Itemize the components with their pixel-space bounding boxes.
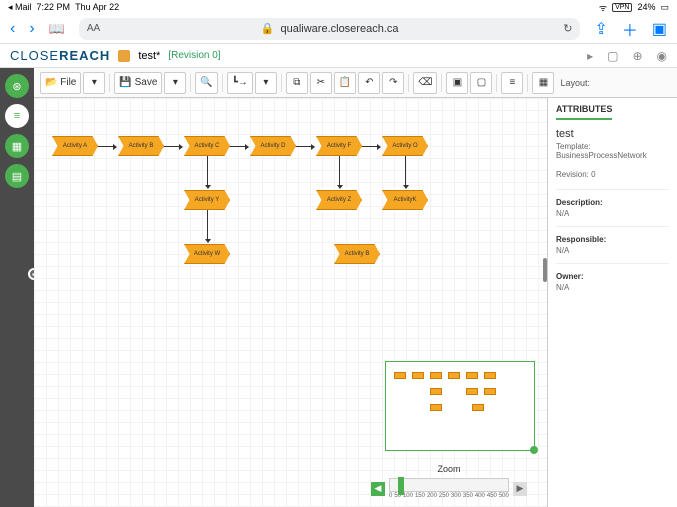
send-back-button[interactable]: ▢ — [470, 72, 492, 94]
url-bar[interactable]: AA 🔒 qualiware.closereach.ca ↻ — [79, 18, 581, 40]
ios-status-bar: ◂ Mail 7:22 PM Thu Apr 22 ᯤ VPN 24% ▭ — [0, 0, 677, 14]
browser-back-button[interactable]: ‹ — [10, 20, 15, 38]
present-icon[interactable]: ▢ — [607, 49, 618, 63]
zoom-in-button[interactable]: ▶ — [513, 482, 527, 496]
zoom-knob[interactable] — [398, 477, 404, 495]
zoom-slider[interactable] — [389, 478, 509, 492]
browser-forward-button[interactable]: › — [29, 20, 34, 38]
zoom-out-button[interactable]: ◀ — [371, 482, 385, 496]
activity-a[interactable]: Activity A — [52, 136, 98, 156]
edge — [362, 146, 378, 147]
activity-c[interactable]: Activity C — [184, 136, 230, 156]
activity-f[interactable]: Activity F — [316, 136, 362, 156]
edge — [164, 146, 180, 147]
edge — [230, 146, 246, 147]
minimap-resize-handle[interactable] — [530, 446, 538, 454]
attr-revision: Revision: 0 — [556, 170, 669, 179]
battery-percent: 24% — [637, 2, 655, 12]
activity-y[interactable]: Activity Y — [184, 190, 230, 210]
zoom-control: Zoom ◀ 050100150200250300350400450500 ▶ — [371, 464, 527, 499]
bring-front-button[interactable]: ▣ — [446, 72, 468, 94]
text-size-button[interactable]: AA — [87, 23, 100, 34]
owner-value: N/A — [556, 283, 669, 292]
resp-value: N/A — [556, 246, 669, 255]
activity-o[interactable]: Activity O — [382, 136, 428, 156]
lock-icon: 🔒 — [261, 22, 275, 35]
connector-dropdown[interactable]: ▾ — [255, 72, 277, 94]
paste-button[interactable]: 📋 — [334, 72, 356, 94]
activity-b[interactable]: Activity B — [118, 136, 164, 156]
zoom-ticks: 050100150200250300350400450500 — [389, 493, 509, 499]
layout-label: Layout: — [556, 78, 590, 88]
attributes-tab[interactable]: ATTRIBUTES — [556, 104, 612, 120]
back-to-app[interactable]: ◂ Mail — [8, 2, 32, 13]
owner-label: Owner: — [556, 272, 669, 281]
vpn-badge: VPN — [612, 3, 632, 12]
document-title: test* — [138, 50, 160, 62]
minimap[interactable] — [385, 361, 535, 451]
rail-button-4[interactable]: ▤ — [5, 164, 29, 188]
share-button[interactable]: ⇪ — [594, 19, 607, 39]
edge — [98, 146, 114, 147]
activity-z[interactable]: Activity Z — [316, 190, 362, 210]
rail-button-2[interactable]: ≡ — [5, 104, 29, 128]
activity-b2[interactable]: Activity B — [334, 244, 380, 264]
wifi-icon: ᯤ — [599, 1, 607, 14]
zoom-label: Zoom — [437, 464, 460, 474]
attributes-panel: ATTRIBUTES test Template: BusinessProces… — [547, 98, 677, 507]
new-tab-button[interactable]: ＋ — [622, 17, 638, 41]
tabs-button[interactable]: ▣ — [652, 19, 667, 39]
app-header: CLOSEREACH test* [Revision 0] ▸ ▢ ⊕ ◉ — [0, 44, 677, 68]
battery-icon: ▭ — [660, 2, 669, 13]
undo-button[interactable]: ↶ — [358, 72, 380, 94]
connector-button[interactable]: ┗→ — [227, 72, 253, 94]
edge — [405, 156, 406, 186]
desc-value: N/A — [556, 209, 669, 218]
grid-button[interactable]: ▦ — [532, 72, 554, 94]
diagram-canvas[interactable]: Activity A Activity B Activity C Activit… — [34, 98, 547, 507]
left-rail: ⊛ ≡ ▦ ▤ ▸ — [0, 68, 34, 507]
desc-label: Description: — [556, 198, 669, 207]
rail-button-3[interactable]: ▦ — [5, 134, 29, 158]
cut-button[interactable]: ✂ — [310, 72, 332, 94]
attr-template: Template: BusinessProcessNetwork — [556, 142, 669, 160]
resp-label: Responsible: — [556, 235, 669, 244]
copy-button[interactable]: ⧉ — [286, 72, 308, 94]
activity-k[interactable]: ActivityK — [382, 190, 428, 210]
editor-toolbar: 📂 File ▾ 💾 Save ▾ 🔍 ┗→ ▾ ⧉ ✂ 📋 ↶ ↷ ⌫ ▣ ▢… — [34, 68, 677, 98]
align-button[interactable]: ≡ — [501, 72, 523, 94]
redo-button[interactable]: ↷ — [382, 72, 404, 94]
bookmarks-icon[interactable]: 📖 — [49, 21, 65, 37]
panel-resize-handle[interactable] — [543, 258, 547, 282]
attr-title: test — [556, 128, 669, 140]
revision-label: [Revision 0] — [168, 50, 220, 61]
delete-button[interactable]: ⌫ — [413, 72, 437, 94]
edge — [207, 210, 208, 240]
video-icon[interactable]: ▸ — [587, 49, 593, 63]
user-icon[interactable]: ◉ — [657, 49, 667, 63]
status-time: 7:22 PM — [37, 2, 71, 12]
activity-w[interactable]: Activity W — [184, 244, 230, 264]
globe-icon[interactable]: ⊕ — [632, 49, 642, 63]
document-icon — [118, 50, 130, 62]
find-button[interactable]: 🔍 — [195, 72, 217, 94]
status-date: Thu Apr 22 — [75, 2, 119, 12]
url-text: qualiware.closereach.ca — [280, 23, 398, 35]
activity-d[interactable]: Activity D — [250, 136, 296, 156]
save-button[interactable]: 💾 Save — [114, 72, 162, 94]
reload-button[interactable]: ↻ — [563, 22, 572, 35]
file-dropdown[interactable]: ▾ — [83, 72, 105, 94]
file-button[interactable]: 📂 File — [40, 72, 81, 94]
edge — [207, 156, 208, 186]
logo[interactable]: CLOSEREACH — [10, 48, 110, 63]
save-dropdown[interactable]: ▾ — [164, 72, 186, 94]
rail-button-1[interactable]: ⊛ — [5, 74, 29, 98]
safari-toolbar: ‹ › 📖 AA 🔒 qualiware.closereach.ca ↻ ⇪ ＋… — [0, 14, 677, 44]
edge — [339, 156, 340, 186]
edge — [296, 146, 312, 147]
